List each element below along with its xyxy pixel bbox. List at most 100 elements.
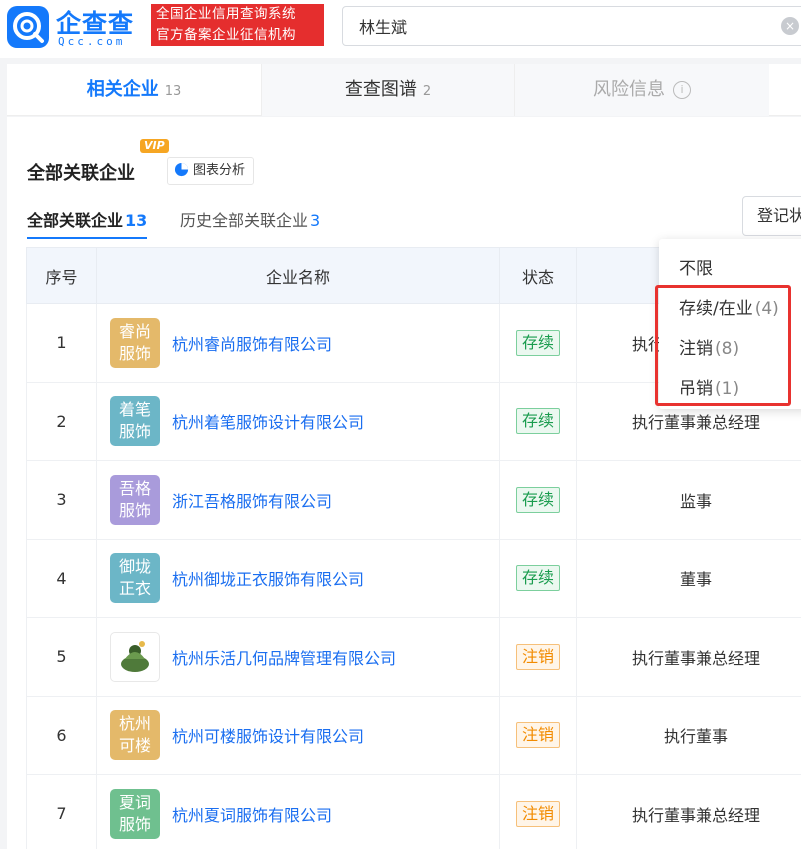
avatar-text: 服饰 bbox=[118, 343, 151, 363]
filter-option-all[interactable]: 不限 bbox=[679, 254, 715, 279]
table-row[interactable]: 4 御垅 正衣 杭州御垅正衣服饰有限公司 存续 董事 bbox=[26, 538, 801, 618]
company-name-wrap: 杭州乐活几何品牌管理有限公司 bbox=[97, 631, 499, 682]
row-index: 2 bbox=[26, 381, 97, 461]
vip-badge: VIP bbox=[140, 139, 169, 153]
company-name-link[interactable]: 杭州乐活几何品牌管理有限公司 bbox=[172, 645, 396, 669]
filter-option-cancelled[interactable]: 注销 (8) bbox=[679, 334, 739, 359]
company-avatar[interactable]: 夏词 服饰 bbox=[110, 788, 160, 839]
slogan-line-1: 全国企业信用查询系统 bbox=[156, 6, 296, 22]
status-badge: 存续 bbox=[515, 408, 560, 435]
company-name-link[interactable]: 杭州御垅正衣服饰有限公司 bbox=[172, 566, 364, 590]
tab-graph[interactable]: 查查图谱 2 bbox=[261, 64, 515, 116]
row-role: 执行董事兼总经理 bbox=[576, 617, 801, 697]
company-name-wrap: 睿尚 服饰 杭州睿尚服饰有限公司 bbox=[97, 317, 499, 368]
avatar-text: 着笔 bbox=[118, 400, 151, 420]
option-count: (1) bbox=[715, 379, 740, 399]
subtab-label: 全部关联企业 bbox=[27, 211, 124, 230]
top-header: 企查查 Qcc.com 全国企业信用查询系统 官方备案企业征信机构 × bbox=[0, 0, 801, 58]
filter-option-active[interactable]: 存续/在业 (4) bbox=[679, 294, 779, 319]
avatar-text: 杭州 bbox=[118, 714, 151, 734]
option-label: 吊销 bbox=[679, 379, 713, 399]
company-name-link[interactable]: 杭州可楼服饰设计有限公司 bbox=[172, 723, 364, 747]
slogan-line-2: 官方备案企业征信机构 bbox=[156, 27, 296, 43]
chart-button-label: 图表分析 bbox=[193, 163, 246, 178]
row-index: 1 bbox=[26, 303, 97, 383]
company-avatar[interactable]: 御垅 正衣 bbox=[110, 553, 160, 604]
avatar-text: 夏词 bbox=[118, 792, 151, 812]
company-avatar[interactable]: 睿尚 服饰 bbox=[110, 317, 160, 368]
search-input[interactable] bbox=[359, 7, 759, 45]
row-status-cell: 注销 bbox=[499, 774, 577, 849]
status-badge: 注销 bbox=[515, 800, 560, 827]
chart-analysis-button[interactable]: 图表分析 bbox=[167, 157, 255, 185]
subtab-all-related[interactable]: 全部关联企业 13 bbox=[27, 207, 148, 239]
row-company-cell: 杭州乐活几何品牌管理有限公司 bbox=[96, 617, 500, 697]
company-name-link[interactable]: 杭州着笔服饰设计有限公司 bbox=[172, 409, 364, 433]
row-company-cell: 杭州 可楼 杭州可楼服饰设计有限公司 bbox=[96, 695, 500, 775]
option-label: 存续/在业 bbox=[679, 299, 753, 319]
table-row[interactable]: 5 杭州乐活几何品牌管理有限公司 注销 执行董事兼总经理 bbox=[26, 617, 801, 697]
info-icon[interactable]: i bbox=[673, 81, 691, 99]
qcc-logo-icon[interactable] bbox=[7, 6, 49, 48]
section-title: 全部关联企业 bbox=[27, 163, 135, 184]
avatar-text: 正衣 bbox=[118, 579, 151, 599]
slogan-badge: 全国企业信用查询系统 官方备案企业征信机构 bbox=[151, 4, 324, 46]
company-name-wrap: 着笔 服饰 杭州着笔服饰设计有限公司 bbox=[97, 396, 499, 447]
row-index: 3 bbox=[26, 460, 97, 540]
company-name-wrap: 夏词 服饰 杭州夏词服饰有限公司 bbox=[97, 788, 499, 839]
status-badge: 存续 bbox=[515, 486, 560, 513]
subtab-count: 3 bbox=[310, 211, 321, 230]
status-filter-dropdown: 不限 存续/在业 (4) 注销 (8) 吊销 (1) bbox=[659, 239, 801, 409]
filter-option-revoked[interactable]: 吊销 (1) bbox=[679, 374, 739, 399]
tab-related-companies[interactable]: 相关企业 13 bbox=[7, 64, 261, 116]
row-status-cell: 存续 bbox=[499, 303, 577, 383]
header-company-name: 企业名称 bbox=[96, 247, 500, 304]
subtab-count: 13 bbox=[125, 211, 148, 230]
tab-label: 风险信息 bbox=[593, 79, 665, 100]
status-badge: 注销 bbox=[515, 722, 560, 749]
avatar-text: 御垅 bbox=[118, 557, 151, 577]
subtab-history-related[interactable]: 历史全部关联企业 3 bbox=[180, 207, 320, 231]
company-avatar[interactable]: 吾格 服饰 bbox=[110, 474, 160, 525]
tab-label: 相关企业 bbox=[86, 79, 159, 100]
company-name-wrap: 御垅 正衣 杭州御垅正衣服饰有限公司 bbox=[97, 553, 499, 604]
tab-count: 13 bbox=[164, 84, 182, 99]
header-index: 序号 bbox=[26, 247, 97, 304]
avatar-text: 吾格 bbox=[118, 478, 151, 498]
row-company-cell: 睿尚 服饰 杭州睿尚服饰有限公司 bbox=[96, 303, 500, 383]
search-box: × bbox=[342, 6, 801, 46]
header-status: 状态 bbox=[499, 247, 577, 304]
avatar-text: 服饰 bbox=[118, 422, 151, 442]
company-avatar[interactable]: 杭州 可楼 bbox=[110, 710, 160, 761]
row-role: 执行董事兼总经理 bbox=[576, 774, 801, 849]
row-index: 4 bbox=[26, 538, 97, 618]
row-status-cell: 存续 bbox=[499, 460, 577, 540]
row-status-cell: 存续 bbox=[499, 381, 577, 461]
status-badge: 存续 bbox=[515, 329, 560, 356]
table-row[interactable]: 6 杭州 可楼 杭州可楼服饰设计有限公司 注销 执行董事 bbox=[26, 695, 801, 775]
option-count: (4) bbox=[754, 299, 779, 319]
registration-status-select[interactable]: 登记状态 bbox=[742, 196, 801, 236]
content-panel: 全部关联企业 VIP 图表分析 全部关联企业13 历史全部关联企业3 登记状态 … bbox=[7, 117, 801, 849]
tab-count: 2 bbox=[422, 84, 432, 99]
row-status-cell: 存续 bbox=[499, 538, 577, 618]
logo-domain: Qcc.com bbox=[58, 35, 126, 48]
avatar-text: 可楼 bbox=[118, 736, 151, 756]
clear-icon[interactable]: × bbox=[781, 17, 799, 35]
company-name-wrap: 吾格 服饰 浙江吾格服饰有限公司 bbox=[97, 474, 499, 525]
row-company-cell: 着笔 服饰 杭州着笔服饰设计有限公司 bbox=[96, 381, 500, 461]
company-logo-image[interactable] bbox=[110, 631, 160, 682]
table-row[interactable]: 3 吾格 服饰 浙江吾格服饰有限公司 存续 监事 bbox=[26, 460, 801, 540]
company-name-link[interactable]: 杭州睿尚服饰有限公司 bbox=[172, 331, 332, 355]
tab-label: 查查图谱 bbox=[344, 79, 417, 100]
option-label: 不限 bbox=[679, 259, 713, 279]
company-name-link[interactable]: 杭州夏词服饰有限公司 bbox=[172, 802, 332, 826]
company-name-link[interactable]: 浙江吾格服饰有限公司 bbox=[172, 488, 332, 512]
row-company-cell: 御垅 正衣 杭州御垅正衣服饰有限公司 bbox=[96, 538, 500, 618]
row-role: 监事 bbox=[576, 460, 801, 540]
tab-risk-info[interactable]: 风险信息 i bbox=[515, 64, 769, 116]
avatar-text: 睿尚 bbox=[118, 321, 151, 341]
table-row[interactable]: 7 夏词 服饰 杭州夏词服饰有限公司 注销 执行董事兼总经理 bbox=[26, 774, 801, 849]
row-index: 7 bbox=[26, 774, 97, 849]
company-avatar[interactable]: 着笔 服饰 bbox=[110, 396, 160, 447]
